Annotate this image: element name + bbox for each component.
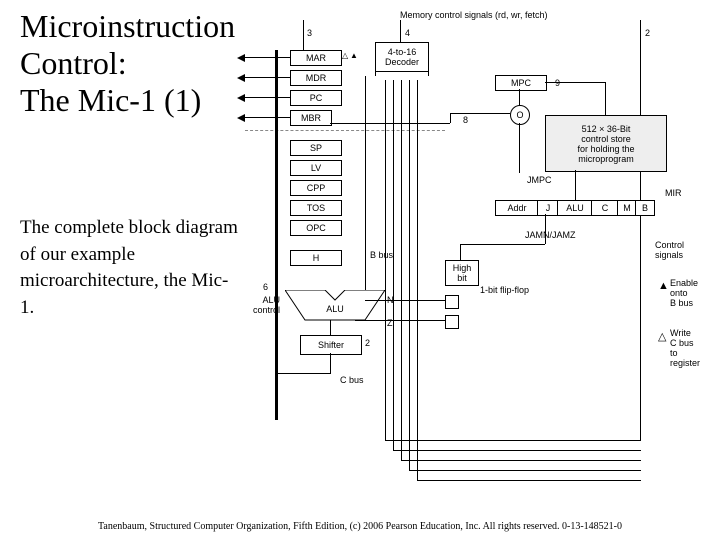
b-bus-label: B bus [370,250,393,260]
reg-pc: PC [290,90,342,106]
reg-cpp: CPP [290,180,342,196]
legend-open-tri-icon: △ [658,330,666,343]
legend-enable: Enable onto B bus [670,278,698,308]
b-bus [365,76,366,291]
num-6: 6 [263,282,268,292]
mir-c: C [591,200,619,216]
o-adder: O [510,105,530,125]
legend-filled-tri-icon: ▲ [658,280,669,292]
arrow-icon [237,114,245,122]
tri-filled-icon: ▲ [350,51,358,60]
num-9: 9 [555,78,560,88]
control-store-box: 512 × 36-Bit control store for holding t… [545,115,667,172]
highbit-box: High bit [445,260,479,286]
decoder-box: 4-to-16 Decoder [375,42,429,72]
rail [417,480,641,481]
wire-mbr [330,123,450,124]
wire [450,113,451,123]
num-2: 2 [645,28,650,38]
alu-label: ALU [326,304,344,314]
wire [605,82,606,115]
control-signals-label: Control signals [655,240,684,260]
reg-h: H [290,250,342,266]
wire [245,77,290,78]
wire [303,20,304,50]
rail [409,470,641,471]
jamnz-label: JAMN/JAMZ [525,230,576,240]
mic1-block-diagram: Memory control signals (rd, wr, fetch) 3… [245,20,705,500]
wire [519,89,520,105]
c-bus-label: C bus [340,375,364,385]
flipflop-label: 1-bit flip-flop [480,285,529,295]
title-line-3: The Mic-1 (1) [20,82,201,118]
num-8: 8 [463,115,468,125]
legend-write: Write C bus to register [670,328,700,368]
wire [245,117,290,118]
alu-shape: ALU [285,290,385,324]
wire [575,170,576,200]
rail [401,460,641,461]
wire [519,123,520,173]
mir-m: M [617,200,637,216]
arrow-icon [237,74,245,82]
slide-caption: The complete block diagram of our exampl… [20,215,240,321]
rail [409,80,410,470]
reg-lv: LV [290,160,342,176]
wire [276,373,331,374]
c-bus [275,50,278,420]
reg-mdr: MDR [290,70,342,86]
rail [393,450,641,451]
tri-open-icon: △ [342,51,348,60]
mpc-box: MPC [495,75,547,91]
wire [450,113,510,114]
wire [330,320,331,335]
slide-footer: Tanenbaum, Structured Computer Organizat… [0,521,720,532]
rail [385,440,641,441]
wire [640,20,641,440]
rail [401,80,402,460]
wire [245,57,290,58]
title-line-1: Microinstruction [20,8,235,44]
ff-n [445,295,459,309]
arrow-icon [237,94,245,102]
shifter-box: Shifter [300,335,362,355]
num-3: 3 [307,28,312,38]
rail [385,80,386,440]
rail [417,80,418,480]
memory-control-label: Memory control signals (rd, wr, fetch) [400,10,548,20]
mir-b: B [635,200,655,216]
slide-title: Microinstruction Control: The Mic-1 (1) [20,8,235,118]
wire [460,244,461,260]
wire [545,82,605,83]
wire [365,300,445,301]
jmpc-label: JMPC [527,175,552,185]
reg-mar: MAR [290,50,342,66]
mir-j: J [537,200,559,216]
mir-alu: ALU [557,200,593,216]
wire [330,353,331,373]
arrow-icon [237,54,245,62]
wire [460,244,545,245]
wire [355,320,445,321]
ff-z [445,315,459,329]
reg-sp: SP [290,140,342,156]
num-4: 4 [405,28,410,38]
decoder-label: 4-to-16 Decoder [385,47,419,67]
num-2b: 2 [365,338,370,348]
decoder-out [375,70,429,76]
title-line-2: Control: [20,45,127,81]
mir-addr: Addr [495,200,539,216]
alu-control-label: ALU control [245,295,280,315]
reg-opc: OPC [290,220,342,236]
reg-mbr: MBR [290,110,332,126]
rail [393,80,394,450]
mir-label: MIR [665,188,682,198]
wire [545,214,546,244]
reg-tos: TOS [290,200,342,216]
wire [245,97,290,98]
wire [400,20,401,42]
